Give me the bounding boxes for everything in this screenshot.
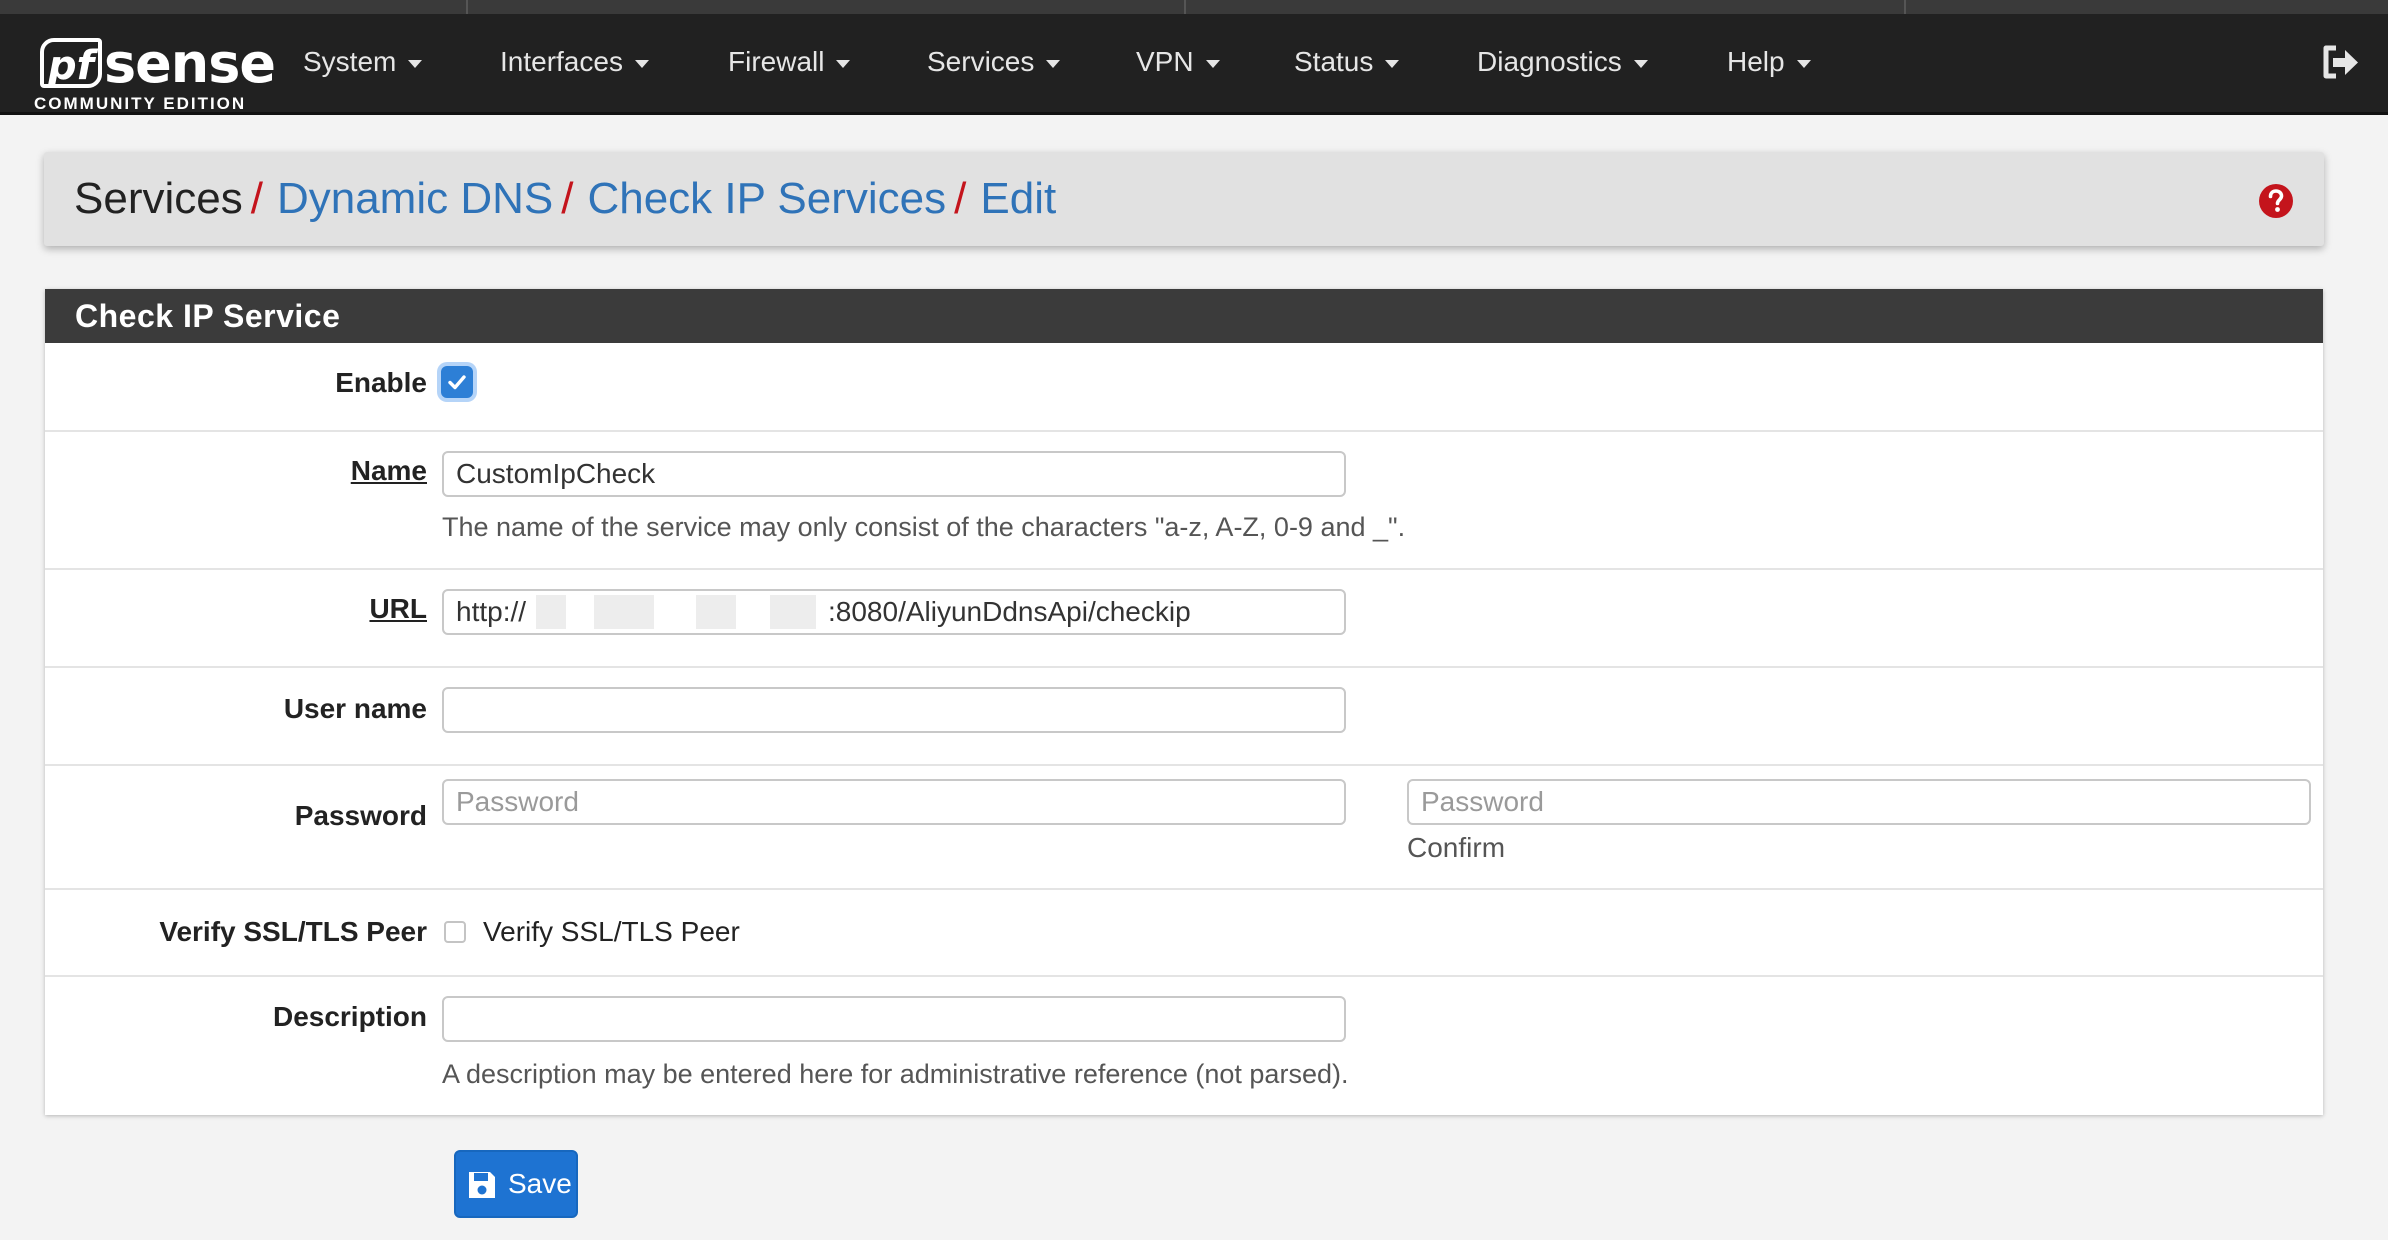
nav-label: Diagnostics	[1477, 46, 1622, 77]
caret-down-icon	[634, 59, 649, 68]
caret-down-icon	[1385, 59, 1400, 68]
verify-ssl-checkbox-label[interactable]: Verify SSL/TLS Peer	[483, 916, 740, 948]
username-row: User name	[45, 668, 2323, 766]
nav-label: Services	[927, 46, 1035, 77]
name-input[interactable]	[442, 451, 1346, 497]
tab-divider	[1904, 0, 1906, 14]
check-icon	[448, 375, 466, 390]
nav-system[interactable]: System	[303, 40, 423, 84]
nav-diagnostics[interactable]: Diagnostics	[1477, 40, 1648, 84]
url-input[interactable]: http:// :8080/AliyunDdnsApi/checkip	[442, 589, 1346, 635]
nav-services[interactable]: Services	[927, 40, 1061, 84]
nav-label: Help	[1727, 46, 1785, 77]
floppy-disk-icon	[469, 1172, 495, 1198]
caret-down-icon	[1633, 59, 1648, 68]
url-value-prefix: http://	[456, 596, 527, 627]
redacted-region	[536, 595, 566, 629]
breadcrumb-edit[interactable]: Edit	[980, 174, 1056, 223]
nav-label: System	[303, 46, 397, 77]
caret-down-icon	[408, 59, 423, 68]
url-value-suffix: :8080/AliyunDdnsApi/checkip	[828, 596, 1191, 627]
breadcrumb-separator: /	[561, 174, 574, 223]
enable-checkbox[interactable]	[441, 366, 473, 398]
username-input[interactable]	[442, 687, 1346, 733]
caret-down-icon	[836, 59, 851, 68]
verify-ssl-checkbox[interactable]	[444, 921, 466, 943]
url-label: URL	[369, 593, 427, 624]
sign-out-icon[interactable]	[2320, 42, 2360, 82]
verify-ssl-row: Verify SSL/TLS Peer Verify SSL/TLS Peer	[45, 890, 2323, 977]
nav-help[interactable]: Help	[1727, 40, 1811, 84]
nav-firewall[interactable]: Firewall	[728, 40, 851, 84]
logo-edition: COMMUNITY EDITION	[34, 94, 247, 113]
redacted-region	[696, 595, 736, 629]
breadcrumb-separator: /	[954, 174, 967, 223]
top-navbar: pf sense COMMUNITY EDITION System Interf…	[0, 14, 2388, 115]
description-label: Description	[272, 1001, 427, 1032]
browser-tab-strip	[0, 0, 2388, 14]
password-label: Password	[294, 800, 427, 831]
panel-title: Check IP Service	[45, 289, 2323, 343]
description-row: Description A description may be entered…	[45, 977, 2323, 1115]
logo-wordmark: sense	[104, 32, 276, 95]
url-row: URL http:// :8080/AliyunDdnsApi/checkip	[45, 570, 2323, 668]
redacted-region	[594, 595, 654, 629]
redacted-region	[770, 595, 816, 629]
username-label: User name	[283, 693, 427, 724]
name-row: Name The name of the service may only co…	[45, 432, 2323, 570]
tab-divider	[1184, 0, 1186, 14]
verify-ssl-label: Verify SSL/TLS Peer	[159, 916, 427, 947]
password-input[interactable]	[442, 779, 1346, 825]
breadcrumb-check-ip-services[interactable]: Check IP Services	[587, 174, 946, 223]
nav-interfaces[interactable]: Interfaces	[500, 40, 649, 84]
nav-label: Status	[1294, 46, 1374, 77]
name-label: Name	[350, 455, 427, 486]
nav-status[interactable]: Status	[1294, 40, 1400, 84]
password-confirm-label: Confirm	[1407, 832, 1506, 863]
password-confirm-input[interactable]	[1407, 779, 2311, 825]
description-help-text: A description may be entered here for ad…	[442, 1059, 1349, 1089]
breadcrumb-dynamic-dns[interactable]: Dynamic DNS	[277, 174, 553, 223]
save-button[interactable]: Save	[454, 1150, 578, 1218]
caret-down-icon	[1046, 59, 1061, 68]
nav-label: Interfaces	[500, 46, 623, 77]
enable-label: Enable	[335, 367, 427, 398]
caret-down-icon	[1205, 59, 1220, 68]
save-label: Save	[508, 1168, 572, 1199]
question-circle-icon[interactable]	[2258, 183, 2294, 219]
enable-row: Enable	[45, 343, 2323, 432]
description-input[interactable]	[442, 996, 1346, 1042]
pfsense-logo[interactable]: pf sense COMMUNITY EDITION	[34, 28, 276, 113]
name-help-text: The name of the service may only consist…	[442, 512, 1406, 542]
password-row: Password Confirm	[45, 766, 2323, 890]
nav-vpn[interactable]: VPN	[1136, 40, 1220, 84]
breadcrumb-separator: /	[250, 174, 263, 223]
nav-label: Firewall	[728, 46, 825, 77]
breadcrumb-bar: Services / Dynamic DNS / Check IP Services / E…	[44, 152, 2324, 246]
breadcrumb: Services / Dynamic DNS / Check IP Services / E…	[74, 174, 1056, 224]
tab-divider	[466, 0, 468, 14]
caret-down-icon	[1796, 59, 1811, 68]
nav-label: VPN	[1136, 46, 1194, 77]
breadcrumb-services: Services	[74, 174, 243, 223]
logo-pf-mark: pf	[40, 38, 102, 89]
check-ip-service-panel: Check IP Service Enable Name The name of…	[45, 289, 2323, 1115]
